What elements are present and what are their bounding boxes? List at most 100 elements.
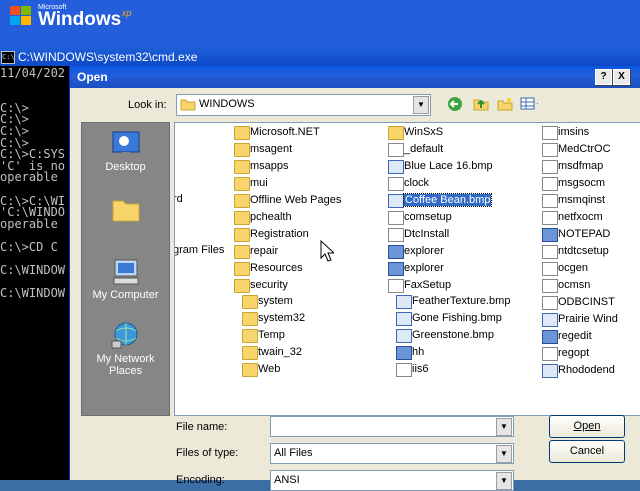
file-item[interactable]: netfxocm (542, 210, 640, 226)
folder-icon (234, 160, 250, 174)
folder-item[interactable]: pchealth (234, 210, 369, 226)
open-button-label: Open (573, 420, 601, 432)
file-item[interactable]: MedCtrOC (542, 142, 640, 158)
folder-icon (112, 200, 139, 222)
folder-item[interactable]: Offline Web Pages (234, 193, 369, 209)
folder-item[interactable]: system32 (242, 311, 362, 327)
close-button[interactable]: X (613, 69, 630, 85)
application-icon (388, 245, 404, 259)
open-dialog[interactable]: Open ? X Look in: WINDOWS ▼ Desktop My C… (69, 66, 640, 491)
chevron-down-icon[interactable]: ▼ (496, 472, 512, 490)
file-item[interactable]: msdfmap (542, 159, 640, 175)
file-item[interactable]: ocmsn (542, 278, 640, 294)
look-in-value: WINDOWS (199, 98, 255, 110)
brand-name: Windows (38, 9, 122, 30)
mouse-cursor-icon (320, 240, 334, 262)
up-folder-icon[interactable] (472, 96, 490, 112)
folder-icon (234, 262, 250, 276)
file-list[interactable]: rd gram Files Microsoft.NET msagent msapps mu… (174, 122, 640, 416)
folder-item[interactable]: WinSxS (388, 125, 523, 141)
item-label: repair (250, 245, 279, 257)
file-item[interactable]: regedit (542, 329, 640, 345)
folder-item[interactable]: twain_32 (242, 345, 362, 361)
chevron-down-icon[interactable]: ▼ (496, 445, 512, 463)
new-folder-icon[interactable] (496, 96, 514, 112)
item-label: Offline Web Pages (250, 194, 342, 206)
file-item[interactable]: ocgen (542, 261, 640, 277)
view-menu-icon[interactable] (520, 96, 538, 112)
file-item[interactable]: Coffee Bean.bmp (388, 193, 523, 209)
folder-item[interactable]: Microsoft.NET (234, 125, 369, 141)
application-icon (396, 346, 412, 360)
folder-item[interactable]: Resources (234, 261, 369, 277)
open-button[interactable]: Open (549, 415, 625, 438)
file-item[interactable]: Greenstone.bmp (396, 328, 531, 344)
file-item[interactable]: explorer (388, 261, 523, 277)
file-item[interactable]: _default (388, 142, 523, 158)
file-icon (388, 211, 404, 225)
file-item[interactable]: msgsocm (542, 176, 640, 192)
look-in-combo[interactable]: WINDOWS ▼ (176, 94, 431, 116)
item-label: DtcInstall (404, 228, 450, 240)
file-item[interactable]: NOTEPAD (542, 227, 640, 243)
item-label: ocmsn (558, 279, 591, 291)
place-folder[interactable] (82, 195, 169, 225)
place-my-computer[interactable]: My Computer (82, 257, 169, 301)
file-item[interactable]: FeatherTexture.bmp (396, 294, 531, 310)
dialog-title: Open (77, 70, 108, 84)
chevron-down-icon[interactable]: ▼ (496, 418, 512, 436)
folder-item[interactable]: Web (242, 362, 362, 378)
item-label: FaxSetup (404, 279, 452, 291)
encoding-value: ANSI (274, 474, 300, 486)
file-item[interactable]: Rhododend (542, 363, 640, 379)
file-item[interactable]: DtcInstall (388, 227, 523, 243)
file-item[interactable]: comsetup (388, 210, 523, 226)
back-icon[interactable] (447, 96, 465, 112)
file-item[interactable]: imsins (542, 125, 640, 141)
item-label: explorer (404, 262, 444, 274)
cancel-button[interactable]: Cancel (549, 440, 625, 463)
folder-item[interactable]: msapps (234, 159, 369, 175)
files-of-type-select[interactable]: All Files ▼ (270, 443, 514, 464)
help-button[interactable]: ? (595, 69, 612, 85)
file-item[interactable]: hh (396, 345, 531, 361)
file-item[interactable]: msmqinst (542, 193, 640, 209)
file-name-field[interactable]: ▼ (270, 416, 514, 437)
folder-icon (242, 329, 258, 343)
folder-item[interactable]: msagent (234, 142, 369, 158)
chevron-down-icon[interactable]: ▼ (413, 96, 429, 114)
file-item[interactable]: FaxSetup (388, 278, 523, 294)
encoding-select[interactable]: ANSI ▼ (270, 470, 514, 491)
folder-item[interactable]: system (242, 294, 362, 310)
application-icon (542, 330, 558, 344)
place-desktop[interactable]: Desktop (82, 129, 169, 173)
file-item[interactable]: iis6 (396, 362, 531, 378)
file-item[interactable]: Blue Lace 16.bmp (388, 159, 523, 175)
folder-icon (180, 99, 196, 111)
cmd-title-bar[interactable]: C:\ C:\WINDOWS\system32\cmd.exe (0, 48, 640, 66)
file-item[interactable]: explorer (388, 244, 523, 260)
folder-icon (234, 211, 250, 225)
file-item[interactable]: clock (388, 176, 523, 192)
file-item[interactable]: ODBCINST (542, 295, 640, 311)
desktop-icon (112, 131, 139, 156)
partial-item-label[interactable]: rd (175, 193, 183, 209)
item-label: explorer (404, 245, 444, 257)
partial-item-label[interactable]: gram Files (175, 244, 224, 260)
folder-item[interactable]: Registration (234, 227, 369, 243)
dialog-title-bar[interactable]: Open ? X (70, 66, 640, 88)
folder-item[interactable]: security (234, 278, 369, 294)
place-network[interactable]: My Network Places (82, 321, 169, 377)
console-line: C:\WINDOW (0, 286, 66, 301)
places-bar: Desktop My Computer My Network Places (81, 122, 170, 416)
item-label: Greenstone.bmp (412, 329, 494, 341)
file-item[interactable]: Prairie Wind (542, 312, 640, 328)
file-item[interactable]: regopt (542, 346, 640, 362)
file-item[interactable]: ntdtcsetup (542, 244, 640, 260)
file-item[interactable]: Gone Fishing.bmp (396, 311, 531, 327)
folder-item[interactable]: repair (234, 244, 369, 260)
item-label: ODBCINST (558, 296, 615, 308)
folder-item[interactable]: Temp (242, 328, 362, 344)
folder-icon (234, 143, 250, 157)
folder-item[interactable]: mui (234, 176, 369, 192)
